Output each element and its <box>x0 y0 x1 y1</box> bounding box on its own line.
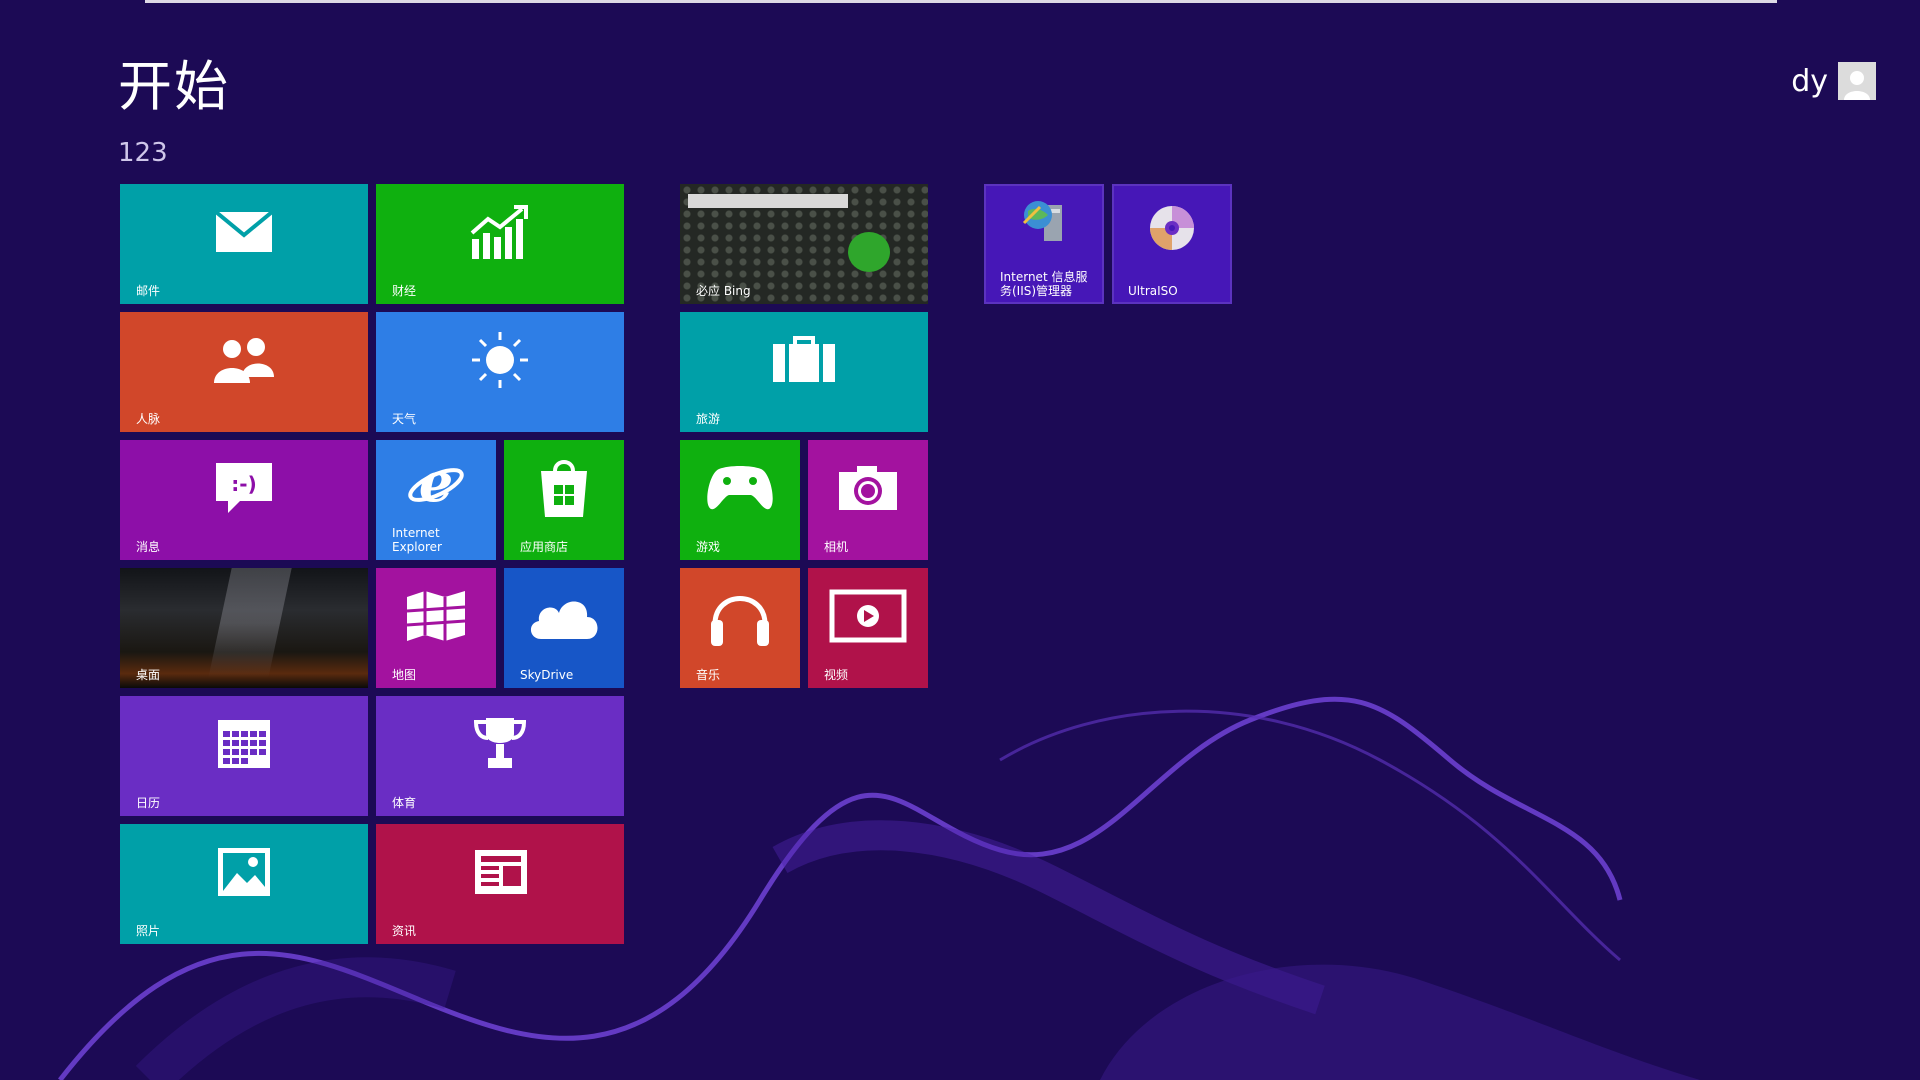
cloud-icon <box>525 591 603 645</box>
tile-label: 旅游 <box>696 412 721 426</box>
headphones-icon <box>707 584 773 652</box>
tile-music[interactable]: 音乐 <box>680 568 800 688</box>
messaging-smiley-icon: :-) <box>214 461 274 519</box>
start-title: 开始 <box>118 55 230 118</box>
tile-mail[interactable]: 邮件 <box>120 184 368 304</box>
tile-people[interactable]: 人脉 <box>120 312 368 432</box>
tile-label: Internet Explorer <box>392 526 442 554</box>
tile-messaging[interactable]: :-) 消息 <box>120 440 368 560</box>
suitcase-icon <box>771 336 837 388</box>
user-avatar-icon <box>1838 62 1876 100</box>
tile-label: Internet 信息服务(IIS)管理器 <box>1000 270 1088 298</box>
calendar-icon <box>217 719 271 773</box>
iis-server-icon <box>1020 195 1068 249</box>
tile-internet-explorer[interactable]: e Internet Explorer <box>376 440 496 560</box>
tile-video[interactable]: 视频 <box>808 568 928 688</box>
tile-label: 地图 <box>392 668 417 682</box>
tile-travel[interactable]: 旅游 <box>680 312 928 432</box>
tile-iis-manager[interactable]: Internet 信息服务(IIS)管理器 <box>984 184 1104 304</box>
disc-icon <box>1147 203 1197 257</box>
sun-icon <box>470 330 530 394</box>
tile-label: 日历 <box>136 796 161 810</box>
user-name: dy <box>1791 63 1828 99</box>
user-account[interactable]: dy <box>1791 62 1876 100</box>
tile-label: 音乐 <box>696 668 721 682</box>
tile-label: 体育 <box>392 796 417 810</box>
video-play-icon <box>829 589 907 647</box>
svg-text:e: e <box>419 455 453 513</box>
tile-group-name[interactable]: 123 <box>118 138 168 168</box>
tile-skydrive[interactable]: SkyDrive <box>504 568 624 688</box>
tile-calendar[interactable]: 日历 <box>120 696 368 816</box>
tile-games[interactable]: 游戏 <box>680 440 800 560</box>
tile-desktop[interactable]: 桌面 <box>120 568 368 688</box>
tile-maps[interactable]: 地图 <box>376 568 496 688</box>
tile-sports[interactable]: 体育 <box>376 696 624 816</box>
tile-label: 财经 <box>392 284 417 298</box>
internet-explorer-icon: e <box>405 450 467 517</box>
map-icon <box>405 589 467 647</box>
tile-finance[interactable]: 财经 <box>376 184 624 304</box>
tile-label: 天气 <box>392 412 417 426</box>
tile-label: 相机 <box>824 540 849 554</box>
tile-news[interactable]: 资讯 <box>376 824 624 944</box>
tile-label: 消息 <box>136 540 161 554</box>
tile-label: 邮件 <box>136 284 161 298</box>
tile-weather[interactable]: 天气 <box>376 312 624 432</box>
game-controller-icon <box>705 465 775 515</box>
bing-search-box[interactable] <box>688 194 848 208</box>
tile-label: SkyDrive <box>520 668 574 682</box>
tile-camera[interactable]: 相机 <box>808 440 928 560</box>
photo-icon <box>217 847 271 901</box>
tile-label: 视频 <box>824 668 849 682</box>
tile-label: 桌面 <box>136 668 161 682</box>
trophy-icon <box>472 716 528 776</box>
desktop-wallpaper-image <box>208 568 292 678</box>
people-icon <box>212 337 276 387</box>
tile-label: 资讯 <box>392 924 417 938</box>
bing-tree-image <box>848 232 890 272</box>
newspaper-icon <box>471 848 529 900</box>
store-bag-icon <box>537 457 591 523</box>
tile-store[interactable]: 应用商店 <box>504 440 624 560</box>
tile-label: 照片 <box>136 924 161 938</box>
svg-text::-): :-) <box>231 472 256 496</box>
tile-photos[interactable]: 照片 <box>120 824 368 944</box>
finance-chart-icon <box>470 205 530 263</box>
tile-label: 人脉 <box>136 412 161 426</box>
camera-icon <box>837 464 899 516</box>
tile-label: UltraISO <box>1128 284 1178 298</box>
tile-label: 必应 Bing <box>696 284 751 298</box>
tile-ultraiso[interactable]: UltraISO <box>1112 184 1232 304</box>
tile-label: 游戏 <box>696 540 721 554</box>
mail-icon <box>214 210 274 257</box>
tile-label: 应用商店 <box>520 540 569 554</box>
tile-bing[interactable]: 必应 Bing <box>680 184 928 304</box>
